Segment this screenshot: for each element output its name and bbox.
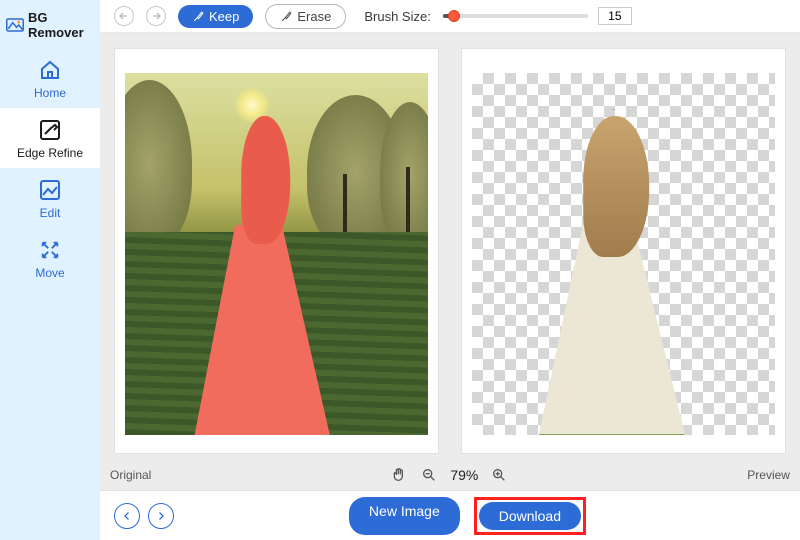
status-bar: Original 79% Preview [100, 462, 800, 490]
original-label: Original [110, 468, 151, 482]
sidebar-item-label: Move [35, 266, 64, 280]
sidebar-item-home[interactable]: Home [0, 48, 100, 108]
edit-icon [38, 178, 62, 202]
keep-button[interactable]: Keep [178, 5, 253, 28]
download-highlight: Download [474, 497, 586, 535]
brand-label: BG Remover [28, 10, 94, 40]
zoom-level: 79% [450, 467, 478, 483]
brush-size-label: Brush Size: [364, 9, 430, 24]
original-image[interactable] [125, 73, 428, 435]
preview-panel [461, 48, 786, 454]
sidebar-item-edge-refine[interactable]: Edge Refine [0, 108, 100, 168]
sidebar-item-label: Edit [40, 206, 61, 220]
sidebar-item-edit[interactable]: Edit [0, 168, 100, 228]
move-icon [38, 238, 62, 262]
keep-mask-overlay [192, 116, 337, 435]
slider-track[interactable] [443, 14, 588, 18]
home-icon [38, 58, 62, 82]
brush-size-slider[interactable]: 15 [443, 7, 632, 25]
download-button[interactable]: Download [479, 502, 581, 530]
next-button[interactable] [148, 503, 174, 529]
undo-button[interactable] [114, 6, 134, 26]
zoom-in-button[interactable] [490, 466, 508, 484]
preview-label: Preview [747, 468, 790, 482]
pan-icon[interactable] [390, 466, 408, 484]
workspace: Original 79% Preview [100, 34, 800, 540]
footer: New Image Download [100, 490, 800, 540]
original-panel [114, 48, 439, 454]
erase-label: Erase [297, 9, 331, 24]
sidebar-item-move[interactable]: Move [0, 228, 100, 288]
app-brand: BG Remover [0, 4, 100, 48]
brand-icon [6, 18, 24, 32]
preview-image[interactable] [472, 73, 775, 435]
sidebar: BG Remover Home Edge Refine Edit Move [0, 0, 100, 540]
keep-label: Keep [209, 9, 239, 24]
erase-button[interactable]: Erase [265, 4, 346, 29]
prev-button[interactable] [114, 503, 140, 529]
main: Keep Erase Brush Size: 15 [100, 0, 800, 540]
sidebar-item-label: Edge Refine [17, 146, 83, 160]
zoom-controls: 79% [390, 466, 508, 484]
zoom-out-button[interactable] [420, 466, 438, 484]
sidebar-item-label: Home [34, 86, 66, 100]
slider-thumb[interactable] [448, 10, 460, 22]
panels [100, 34, 800, 462]
toolbar: Keep Erase Brush Size: 15 [100, 0, 800, 34]
brush-size-value[interactable]: 15 [598, 7, 632, 25]
redo-button[interactable] [146, 6, 166, 26]
edge-refine-icon [38, 118, 62, 142]
original-scene [125, 73, 428, 435]
new-image-button[interactable]: New Image [349, 497, 460, 535]
